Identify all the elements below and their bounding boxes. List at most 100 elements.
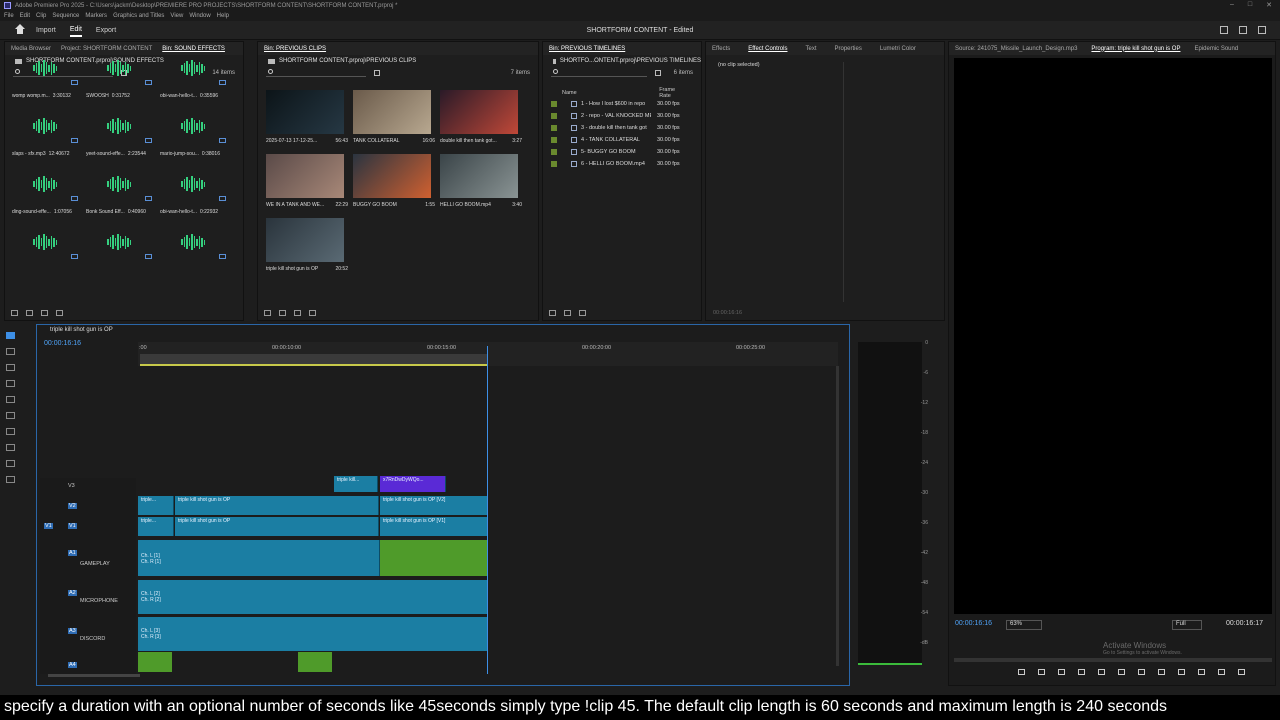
menu-file[interactable]: File	[4, 13, 14, 19]
menu-clip[interactable]: Clip	[36, 13, 46, 19]
clip-a1-main[interactable]: Ch. L [1] Ch. R [1]	[138, 540, 380, 576]
menu-window[interactable]: Window	[189, 13, 210, 19]
playhead[interactable]	[487, 346, 488, 674]
step-forward-icon[interactable]	[1138, 669, 1145, 675]
track-a4[interactable]: A4	[68, 662, 77, 668]
clip-item[interactable]: triple kill shot gun is OP 20:52	[264, 218, 351, 282]
clip-a4-b[interactable]	[298, 652, 332, 672]
new-bin-icon[interactable]	[655, 70, 661, 76]
sfx-item[interactable]: yeet-sound-effe... 2:23544	[82, 104, 156, 162]
pen-tool-icon[interactable]	[6, 412, 15, 419]
sfx-item[interactable]: obi-wan-hello-t... 0:35596	[156, 46, 230, 104]
icon-view-icon[interactable]	[41, 310, 48, 316]
tab-epidemic-sound[interactable]: Epidemic Sound	[1194, 46, 1238, 52]
tab-program[interactable]: Program: triple kill shot gun is OP	[1091, 46, 1180, 52]
lift-icon[interactable]	[1178, 669, 1185, 675]
track-v3[interactable]: V3	[68, 483, 75, 489]
clip-item[interactable]: WE IN A TANK AND WE... 22:29	[264, 154, 351, 218]
sfx-item[interactable]: obi-wan-hello-t... 0:22932	[156, 162, 230, 220]
list-view-icon[interactable]	[279, 310, 286, 316]
program-zoom-select[interactable]: 63%	[1006, 620, 1042, 630]
track-v1[interactable]: V1	[68, 523, 77, 529]
track-v2[interactable]: V2	[68, 503, 77, 509]
tab-import[interactable]: Import	[36, 25, 56, 36]
timeline-list-item[interactable]: 6 - HELLI GO BOOM.mp4 30.00 fps	[548, 158, 688, 170]
step-back-icon[interactable]	[1098, 669, 1105, 675]
timeline-horizontal-scrollbar[interactable]	[48, 674, 140, 677]
timelines-search-input[interactable]	[551, 69, 647, 77]
program-scrubber[interactable]	[954, 658, 1272, 662]
mark-out-icon[interactable]	[1058, 669, 1065, 675]
extract-icon[interactable]	[1198, 669, 1205, 675]
clip-v2-a[interactable]: triple...	[138, 496, 174, 515]
tab-effects[interactable]: Effects	[712, 46, 730, 52]
menu-view[interactable]: View	[170, 13, 183, 19]
sfx-item[interactable]: womp womp.m... 3:30132	[8, 46, 82, 104]
clip-v2-c[interactable]: triple kill shot gun is OP [V2]	[380, 496, 488, 515]
icon-view-icon[interactable]	[579, 310, 586, 316]
work-area-bar[interactable]	[140, 354, 488, 364]
write-lock-icon[interactable]	[264, 310, 271, 316]
icon-view-icon[interactable]	[294, 310, 301, 316]
clip-item[interactable]: BUGGY GO BOOM 1:55	[351, 154, 438, 218]
freeform-view-icon[interactable]	[309, 310, 316, 316]
clip-v3-a[interactable]: triple kill...	[334, 476, 378, 492]
clip-a3[interactable]: Ch. L [3] Ch. R [3]	[138, 617, 488, 651]
tab-edit[interactable]: Edit	[69, 24, 82, 37]
razor-tool-icon[interactable]	[6, 380, 15, 387]
new-bin-icon[interactable]	[374, 70, 380, 76]
home-icon[interactable]	[14, 24, 26, 36]
maximize-icon[interactable]: □	[1248, 1, 1252, 9]
go-to-in-icon[interactable]	[1078, 669, 1085, 675]
tab-properties[interactable]: Properties	[835, 46, 862, 52]
workspaces-icon[interactable]	[1220, 26, 1228, 34]
freeform-view-icon[interactable]	[56, 310, 63, 316]
clip-item[interactable]: 2025-07-13 17-12-25... 56:43	[264, 90, 351, 154]
share-icon[interactable]	[1239, 26, 1247, 34]
selection-tool-icon[interactable]	[6, 332, 15, 339]
clip-v1-a[interactable]: triple...	[138, 517, 174, 536]
ripple-edit-tool-icon[interactable]	[6, 364, 15, 371]
tab-source[interactable]: Source: 241075_Missile_Launch_Design.mp3	[955, 46, 1077, 52]
timeline-list-item[interactable]: 2 - repo - VAL KNOCKED ME 30.00 fps	[548, 110, 688, 122]
sfx-item[interactable]	[82, 220, 156, 278]
clip-a2[interactable]: Ch. L [2] Ch. R [2]	[138, 580, 488, 614]
timeline-list-item[interactable]: 4 - TANK COLLATERAL 30.00 fps	[548, 134, 688, 146]
track-a2[interactable]: A2	[68, 590, 77, 596]
tab-export[interactable]: Export	[96, 25, 116, 36]
caption-tool-icon[interactable]	[6, 476, 15, 483]
in-out-range[interactable]	[140, 364, 488, 366]
clip-item[interactable]: TANK COLLATERAL 16:06	[351, 90, 438, 154]
column-frame-rate[interactable]: Frame Rate	[659, 87, 688, 99]
sfx-item[interactable]: SWOOSH 0:31752	[82, 46, 156, 104]
clip-v3-b[interactable]: x7RnDwDyWQo...	[380, 476, 446, 492]
tab-bin-previous-timelines[interactable]: Bin: PREVIOUS TIMELINES	[549, 46, 625, 52]
clip-item[interactable]: double kill then tank got... 3:27	[438, 90, 525, 154]
label-color-swatch[interactable]	[551, 125, 557, 131]
write-lock-icon[interactable]	[549, 310, 556, 316]
tab-effect-controls[interactable]: Effect Controls	[748, 46, 787, 52]
type-tool-icon[interactable]	[6, 460, 15, 467]
clip-item[interactable]: HELLI GO BOOM.mp4 3:40	[438, 154, 525, 218]
tab-text[interactable]: Text	[805, 46, 816, 52]
menu-edit[interactable]: Edit	[20, 13, 30, 19]
track-select-tool-icon[interactable]	[6, 348, 15, 355]
sfx-item[interactable]: Bonk Sound Eff... 0:40960	[82, 162, 156, 220]
sfx-item[interactable]: slaps - sfx.mp3 12:40672	[8, 104, 82, 162]
track-a3[interactable]: A3	[68, 628, 77, 634]
clips-search-input[interactable]	[266, 69, 366, 77]
clip-v1-b[interactable]: triple kill shot gun is OP	[175, 517, 379, 536]
menu-graphics[interactable]: Graphics and Titles	[113, 13, 164, 19]
slip-tool-icon[interactable]	[6, 396, 15, 403]
list-view-icon[interactable]	[26, 310, 33, 316]
clip-v1-c[interactable]: triple kill shot gun is OP [V1]	[380, 517, 488, 536]
rectangle-tool-icon[interactable]	[6, 428, 15, 435]
label-color-swatch[interactable]	[551, 149, 557, 155]
label-color-swatch[interactable]	[551, 113, 557, 119]
clip-a1-sfx[interactable]	[380, 540, 488, 576]
list-view-icon[interactable]	[564, 310, 571, 316]
menu-help[interactable]: Help	[217, 13, 229, 19]
sfx-item[interactable]: mario-jump-sou... 0:38016	[156, 104, 230, 162]
timeline-vertical-scrollbar[interactable]	[836, 366, 839, 666]
add-marker-icon[interactable]	[1018, 669, 1025, 675]
